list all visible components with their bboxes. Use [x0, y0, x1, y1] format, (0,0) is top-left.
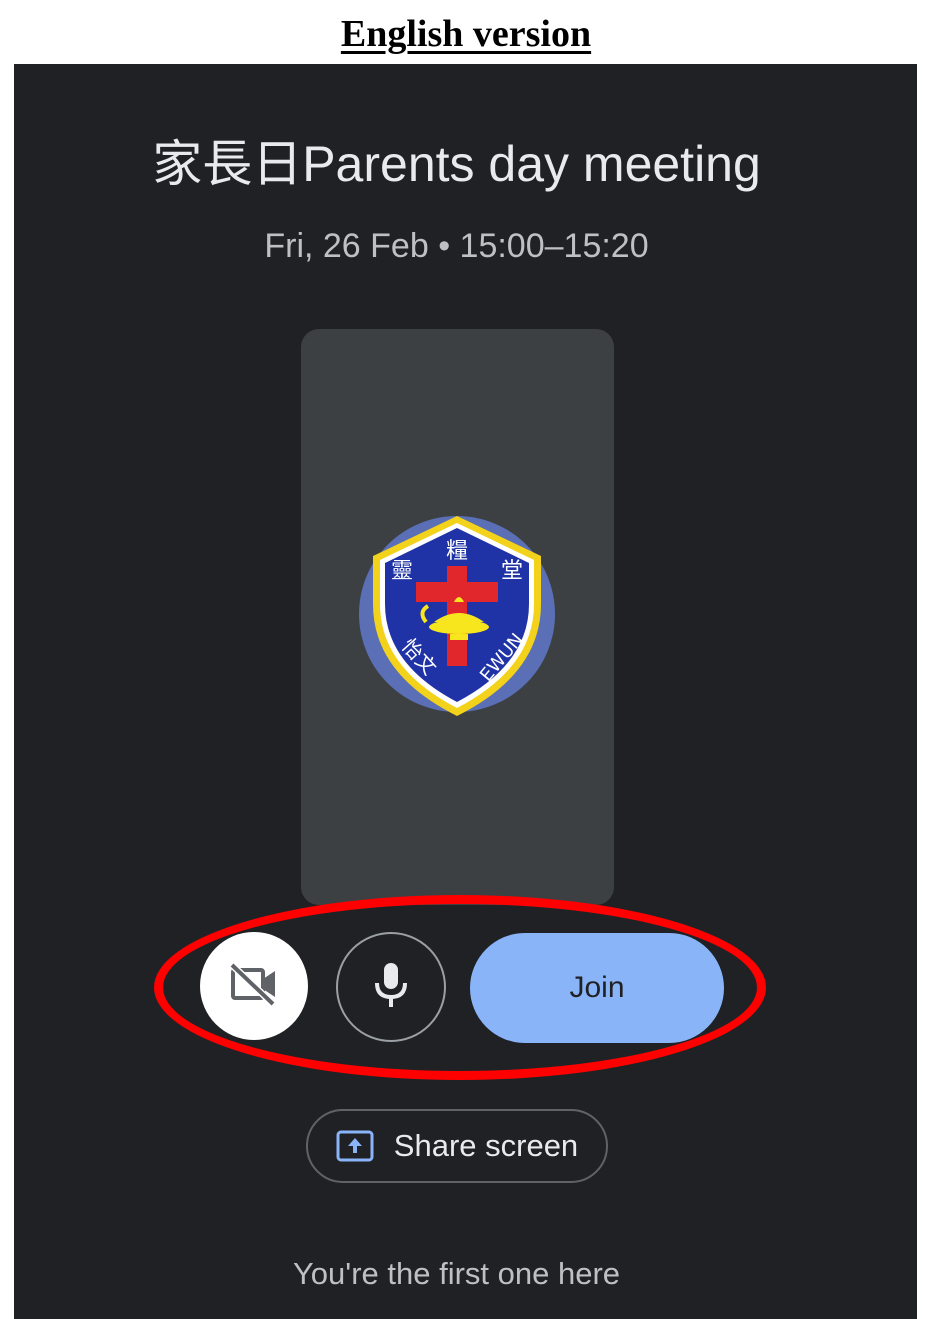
- mic-icon: [373, 961, 409, 1014]
- status-message: You're the first one here: [292, 1256, 621, 1291]
- meet-join-screen: 家長日Parents day meeting Fri, 26 Feb • 15:…: [14, 64, 917, 1319]
- present-to-all-icon: [336, 1130, 374, 1162]
- camera-toggle-button[interactable]: [200, 932, 308, 1040]
- share-screen-label: Share screen: [393, 1128, 579, 1163]
- join-button[interactable]: Join: [470, 933, 724, 1043]
- share-screen-button[interactable]: Share screen: [306, 1109, 608, 1183]
- school-logo: 靈 糧 堂 怡文 EWUN: [358, 514, 556, 718]
- logo-char-2: 糧: [446, 539, 468, 564]
- video-off-icon: [229, 961, 279, 1011]
- logo-char-1: 靈: [391, 559, 413, 584]
- meeting-time: Fri, 26 Feb • 15:00–15:20: [264, 227, 649, 265]
- meeting-title: 家長日Parents day meeting: [152, 136, 761, 192]
- self-preview-tile: 靈 糧 堂 怡文 EWUN: [301, 329, 614, 905]
- microphone-toggle-button[interactable]: [336, 932, 446, 1042]
- document-caption: English version: [340, 13, 592, 55]
- logo-char-3: 堂: [501, 559, 523, 584]
